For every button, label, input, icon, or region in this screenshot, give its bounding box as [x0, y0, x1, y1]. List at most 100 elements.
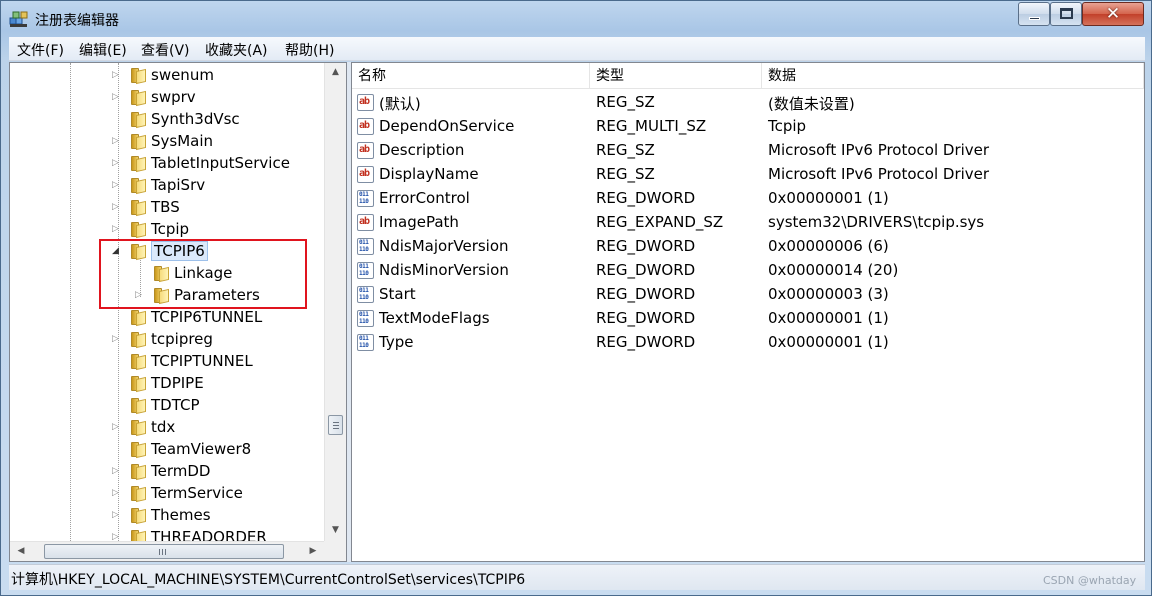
folder-icon: [130, 68, 146, 85]
tree-item-label[interactable]: swprv: [151, 88, 196, 106]
expand-arrow-icon[interactable]: ▷: [112, 136, 121, 147]
expand-arrow-icon[interactable]: ▷: [112, 202, 121, 213]
menu-bar: 文件(F) 编辑(E) 查看(V) 收藏夹(A) 帮助(H): [9, 37, 1145, 61]
menu-view[interactable]: 查看(V): [141, 40, 190, 60]
scroll-right-arrow-icon[interactable]: ▶: [304, 542, 322, 561]
expand-arrow-icon[interactable]: ▷: [112, 158, 121, 169]
value-type-cell: REG_DWORD: [596, 189, 696, 207]
tree-item-label[interactable]: TabletInputService: [151, 154, 290, 172]
tree-horizontal-scrollbar[interactable]: ◀ ▶: [10, 541, 346, 561]
close-button[interactable]: ✕: [1082, 2, 1144, 26]
menu-help[interactable]: 帮助(H): [285, 40, 334, 60]
tree-item[interactable]: ▷ TermDD: [10, 461, 330, 483]
value-row[interactable]: ab Description REG_SZ Microsoft IPv6 Protoc…: [352, 139, 1144, 163]
value-type-cell: REG_EXPAND_SZ: [596, 213, 724, 231]
tree-item-label[interactable]: TermDD: [151, 462, 210, 480]
tree-item-label[interactable]: Synth3dVsc: [151, 110, 240, 128]
scroll-down-arrow-icon[interactable]: ▼: [325, 521, 346, 539]
value-row[interactable]: 011 110 Start REG_DWORD 0x00000003 (3): [352, 283, 1144, 307]
tree-item-label[interactable]: tdx: [151, 418, 175, 436]
value-type-cell: REG_DWORD: [596, 237, 696, 255]
folder-icon: [130, 200, 146, 217]
value-row[interactable]: 011 110 NdisMinorVersion REG_DWORD 0x000000…: [352, 259, 1144, 283]
tree-item-label[interactable]: Themes: [151, 506, 211, 524]
folder-icon: [130, 486, 146, 503]
tree-item-label[interactable]: TCPIP6TUNNEL: [151, 308, 262, 326]
tree-item[interactable]: TCPIP6TUNNEL: [10, 307, 330, 329]
value-row[interactable]: 011 110 NdisMajorVersion REG_DWORD 0x000000…: [352, 235, 1144, 259]
column-header-data[interactable]: 数据: [762, 63, 1144, 88]
expand-arrow-icon[interactable]: ▷: [112, 180, 121, 191]
value-row[interactable]: 011 110 Type REG_DWORD 0x00000001 (1): [352, 331, 1144, 355]
menu-favorites[interactable]: 收藏夹(A): [205, 40, 268, 60]
tree-item-label[interactable]: TDTCP: [151, 396, 200, 414]
expand-arrow-icon[interactable]: ▷: [112, 510, 121, 521]
tree-item-label[interactable]: TermService: [151, 484, 243, 502]
expand-arrow-icon: [112, 312, 121, 323]
tree-item-label[interactable]: TBS: [151, 198, 180, 216]
folder-icon: [130, 442, 146, 459]
value-row[interactable]: 011 110 TextModeFlags REG_DWORD 0x00000001 …: [352, 307, 1144, 331]
binary-value-icon: 011 110: [357, 334, 374, 351]
tree-vertical-scroll-thumb[interactable]: [328, 415, 343, 435]
expand-arrow-icon[interactable]: ▷: [112, 466, 121, 477]
expand-arrow-icon[interactable]: ▷: [112, 224, 121, 235]
tree-item[interactable]: ▷ TapiSrv: [10, 175, 330, 197]
menu-file[interactable]: 文件(F): [17, 40, 64, 60]
tree-item[interactable]: TCPIPTUNNEL: [10, 351, 330, 373]
tree-item[interactable]: ▷ TermService: [10, 483, 330, 505]
column-header-name[interactable]: 名称: [352, 63, 590, 88]
menu-edit[interactable]: 编辑(E): [79, 40, 127, 60]
title-bar: 注册表编辑器 ✕: [1, 1, 1151, 37]
value-row[interactable]: ab DisplayName REG_SZ Microsoft IPv6 Protoc…: [352, 163, 1144, 187]
folder-icon: [130, 398, 146, 415]
tree-item[interactable]: ▷ swenum: [10, 65, 330, 87]
value-row[interactable]: ab (默认) REG_SZ (数值未设置): [352, 91, 1144, 115]
tree-item[interactable]: ▷ Themes: [10, 505, 330, 527]
tree-item-label[interactable]: swenum: [151, 66, 214, 84]
registry-key-tree[interactable]: ▷ swenum ▷ swprv Synth3dVsc ▷ SysMain ▷ TabletIn…: [9, 62, 347, 562]
tree-item-label[interactable]: TCPIPTUNNEL: [151, 352, 253, 370]
scroll-left-arrow-icon[interactable]: ◀: [12, 542, 30, 561]
value-type-cell: REG_DWORD: [596, 261, 696, 279]
tree-item[interactable]: TeamViewer8: [10, 439, 330, 461]
tree-item[interactable]: ▷ tcpipreg: [10, 329, 330, 351]
maximize-icon: [1060, 8, 1073, 19]
annotation-highlight-box: [99, 239, 307, 309]
tree-item[interactable]: TDTCP: [10, 395, 330, 417]
tree-item-label[interactable]: TapiSrv: [151, 176, 205, 194]
value-row[interactable]: ab DependOnService REG_MULTI_SZ Tcpip: [352, 115, 1144, 139]
registry-value-list[interactable]: 名称 类型 数据 ab (默认) REG_SZ (数值未设置) ab DependOnSe…: [351, 62, 1145, 562]
tree-item[interactable]: ▷ swprv: [10, 87, 330, 109]
expand-arrow-icon[interactable]: ▷: [112, 334, 121, 345]
value-row[interactable]: 011 110 ErrorControl REG_DWORD 0x00000001 (…: [352, 187, 1144, 211]
tree-item[interactable]: ▷ SysMain: [10, 131, 330, 153]
tree-item[interactable]: ▷ Tcpip: [10, 219, 330, 241]
expand-arrow-icon[interactable]: ▷: [112, 488, 121, 499]
maximize-button[interactable]: [1050, 2, 1082, 26]
scroll-up-arrow-icon[interactable]: ▲: [325, 63, 346, 81]
minimize-button[interactable]: [1018, 2, 1050, 26]
tree-item[interactable]: ▷ TabletInputService: [10, 153, 330, 175]
binary-value-icon: 011 110: [357, 238, 374, 255]
value-data-cell: 0x00000001 (1): [768, 333, 889, 351]
tree-item[interactable]: ▷ TBS: [10, 197, 330, 219]
expand-arrow-icon[interactable]: ▷: [112, 422, 121, 433]
tree-item-label[interactable]: Tcpip: [151, 220, 189, 238]
value-row[interactable]: ab ImagePath REG_EXPAND_SZ system32\DRIVERS…: [352, 211, 1144, 235]
tree-item-label[interactable]: tcpipreg: [151, 330, 213, 348]
folder-icon: [130, 90, 146, 107]
tree-item[interactable]: TDPIPE: [10, 373, 330, 395]
tree-horizontal-scroll-thumb[interactable]: [44, 544, 284, 559]
column-header-type[interactable]: 类型: [590, 63, 762, 88]
expand-arrow-icon[interactable]: ▷: [112, 92, 121, 103]
tree-item[interactable]: Synth3dVsc: [10, 109, 330, 131]
value-data-cell: Microsoft IPv6 Protocol Driver: [768, 141, 990, 159]
tree-item-label[interactable]: SysMain: [151, 132, 213, 150]
tree-vertical-scrollbar[interactable]: ▲ ▼: [324, 63, 346, 541]
tree-item-label[interactable]: TDPIPE: [151, 374, 204, 392]
tree-item[interactable]: ▷ tdx: [10, 417, 330, 439]
expand-arrow-icon[interactable]: ▷: [112, 70, 121, 81]
tree-item-label[interactable]: TeamViewer8: [151, 440, 251, 458]
value-name-cell: Type: [379, 333, 414, 351]
